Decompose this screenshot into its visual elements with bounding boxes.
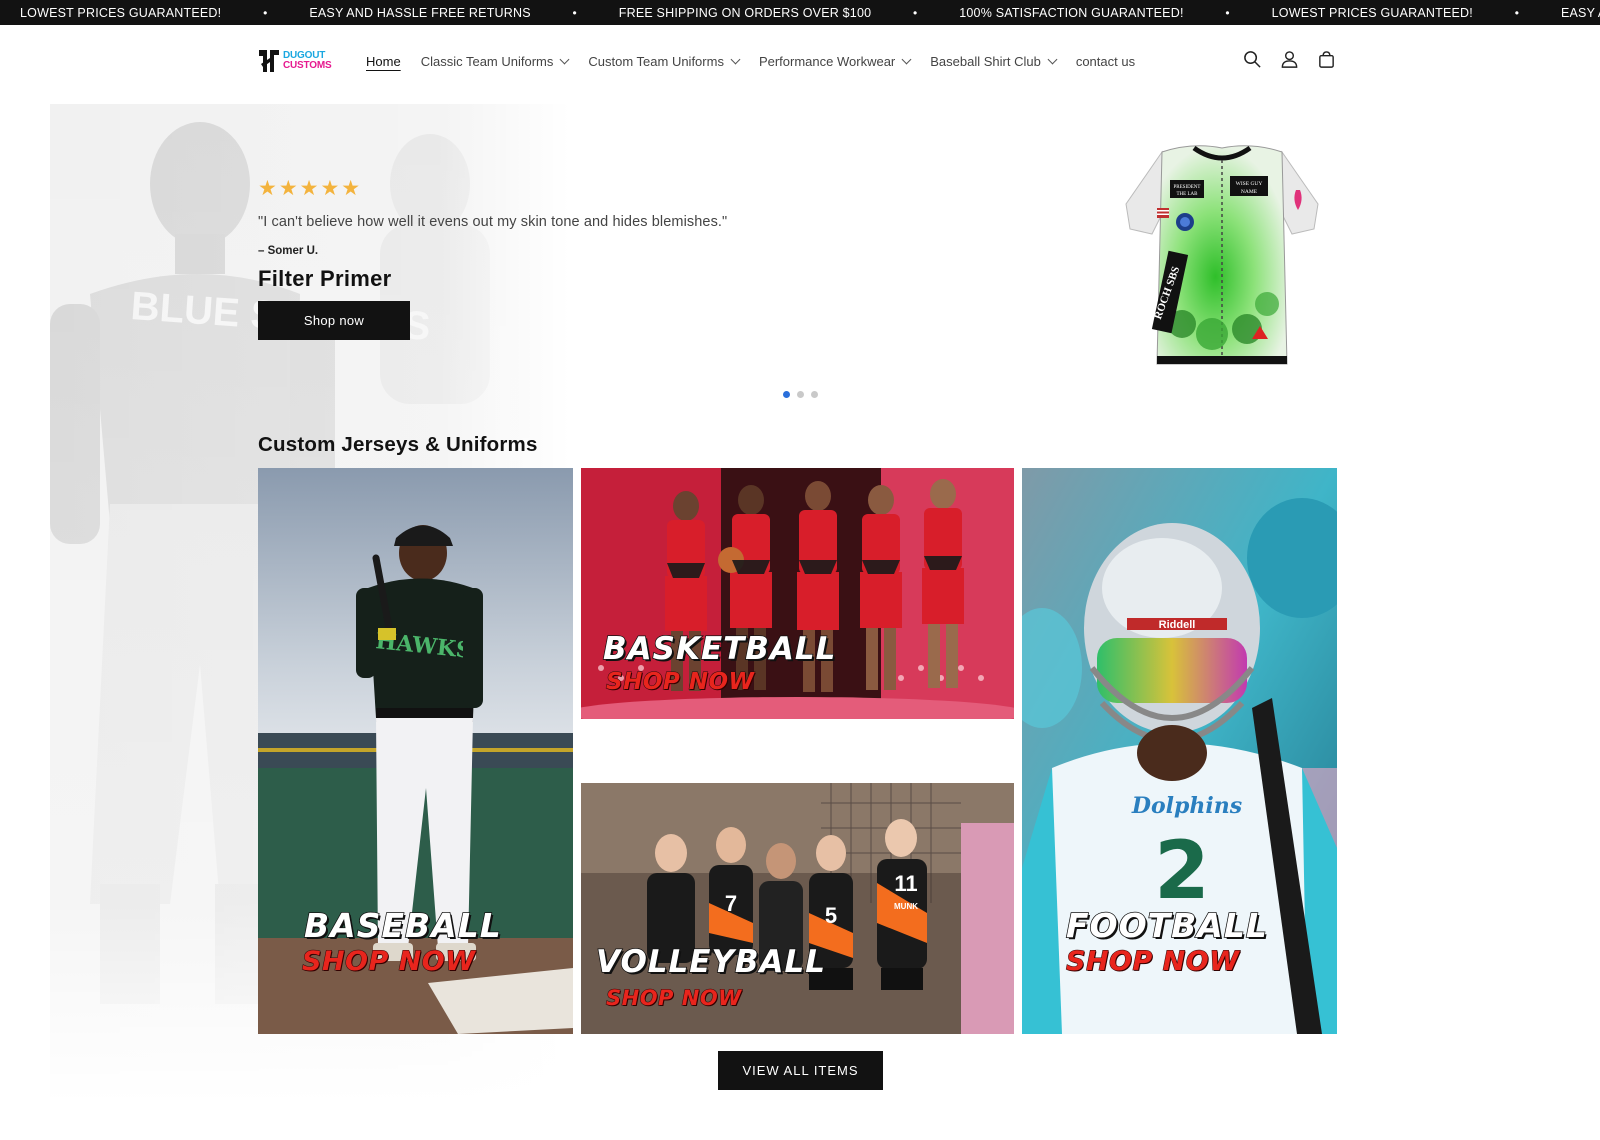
- rating-stars: ★★★★★: [258, 176, 363, 200]
- nav-item-label: Custom Team Uniforms: [588, 53, 724, 69]
- announcement-message: LOWEST PRICES GUARANTEED!: [20, 5, 222, 20]
- chevron-down-icon: [901, 54, 912, 64]
- jersey-product-image: PRESIDENT THE LAB WISE GUY NAME ROCH SBS: [1125, 145, 1319, 365]
- tile-sport-label: VOLLEYBALL: [595, 943, 827, 981]
- announcement-message: 100% SATISFACTION GUARANTEED!: [959, 5, 1184, 20]
- slide-dot-3[interactable]: [811, 391, 818, 398]
- testimonial-author: – Somer U.: [258, 245, 319, 257]
- search-icon[interactable]: [1242, 49, 1262, 69]
- svg-text:THE LAB: THE LAB: [1177, 192, 1199, 197]
- site-header: DUGOUT CUSTOMS Home Classic Team Uniform…: [0, 25, 1600, 97]
- announcement-separator: •: [1514, 5, 1520, 20]
- nav-item-classic-team-uniforms[interactable]: Classic Team Uniforms: [420, 53, 570, 69]
- tile-sport-label: BASEBALL: [303, 905, 502, 946]
- announcement-separator: •: [1225, 5, 1230, 20]
- chevron-down-icon: [559, 54, 570, 64]
- announcement-message: EASY A: [1560, 5, 1600, 20]
- tile-sport-label: FOOTBALL: [1065, 905, 1268, 946]
- tile-shop-now-label: SHOP NOW: [302, 946, 476, 978]
- nav-item-label: contact us: [1075, 53, 1136, 69]
- nav-item-performance-workwear[interactable]: Performance Workwear: [758, 53, 912, 69]
- slide-dot-1[interactable]: [783, 391, 790, 398]
- svg-text:5: 5: [825, 903, 837, 928]
- nav-item-contact-us[interactable]: contact us: [1076, 54, 1135, 69]
- svg-text:2: 2: [1154, 824, 1210, 917]
- announcement-separator: •: [913, 5, 918, 20]
- cart-icon[interactable]: [1316, 49, 1336, 69]
- svg-text:NAME: NAME: [1241, 189, 1258, 195]
- svg-text:Riddell: Riddell: [1159, 619, 1196, 631]
- announcement-track: LOWEST PRICES GUARANTEED! • EASY AND HAS…: [20, 0, 1600, 25]
- svg-text:PRESIDENT: PRESIDENT: [1174, 185, 1201, 190]
- nav-item-baseball-shirt-club[interactable]: Baseball Shirt Club: [930, 53, 1058, 69]
- section-title: Custom Jerseys & Uniforms: [258, 433, 538, 456]
- nav-item-label: Home: [366, 53, 401, 69]
- logo-mark-icon: [259, 49, 279, 72]
- view-all-items-button[interactable]: VIEW ALL ITEMS: [718, 1051, 883, 1090]
- tile-shop-now-label: SHOP NOW: [606, 986, 742, 1011]
- collection-tile-baseball[interactable]: HAWKS BASEBALL SHOP NOW: [258, 468, 573, 1034]
- svg-text:Dolphins: Dolphins: [1131, 793, 1242, 819]
- shop-now-button[interactable]: Shop now: [258, 301, 410, 340]
- svg-text:7: 7: [725, 891, 737, 916]
- nav-item-label: Performance Workwear: [758, 53, 896, 69]
- logo-line-1: DUGOUT: [283, 49, 326, 61]
- testimonial-quote: "I can't believe how well it evens out m…: [258, 214, 728, 230]
- slide-dot-2[interactable]: [797, 391, 804, 398]
- slideshow-pagination: [783, 391, 818, 398]
- hero-title: Filter Primer: [258, 266, 392, 291]
- collection-tile-basketball[interactable]: BASKETBALL SHOP NOW: [581, 468, 1014, 719]
- collection-tile-football[interactable]: Dolphins 2 Riddell FOOTBALL SHOP NOW: [1022, 468, 1337, 1034]
- announcement-message: FREE SHIPPING ON ORDERS OVER $100: [618, 5, 872, 20]
- svg-text:WISE GUY: WISE GUY: [1236, 181, 1263, 187]
- nav-item-label: Baseball Shirt Club: [930, 53, 1041, 69]
- collection-tile-volleyball[interactable]: 7 5 11 MUNK VOLLEYBALL SHOP NOW: [581, 783, 1014, 1034]
- svg-text:MUNK: MUNK: [894, 902, 918, 911]
- logo-line-2: CUSTOMS: [283, 59, 332, 71]
- account-icon[interactable]: [1279, 49, 1299, 69]
- announcement-separator: •: [572, 5, 577, 20]
- announcement-message: LOWEST PRICES GUARANTEED!: [1271, 5, 1473, 20]
- svg-text:11: 11: [894, 871, 917, 896]
- nav-item-home[interactable]: Home: [366, 54, 401, 69]
- tile-sport-label: BASKETBALL: [602, 630, 837, 668]
- chevron-down-icon: [1047, 54, 1058, 64]
- header-icons: [1242, 49, 1336, 69]
- site-logo[interactable]: DUGOUT CUSTOMS: [258, 47, 332, 74]
- chevron-down-icon: [730, 54, 741, 64]
- announcement-separator: •: [263, 5, 268, 20]
- nav-item-custom-team-uniforms[interactable]: Custom Team Uniforms: [588, 53, 741, 69]
- tile-shop-now-label: SHOP NOW: [605, 669, 755, 696]
- announcement-message: EASY AND HASSLE FREE RETURNS: [309, 5, 531, 20]
- main-nav: Home Classic Team Uniforms Custom Team U…: [366, 25, 1135, 97]
- nav-item-label: Classic Team Uniforms: [420, 53, 554, 69]
- hero-slideshow: ★★★★★ "I can't believe how well it evens…: [258, 104, 1338, 404]
- tile-shop-now-label: SHOP NOW: [1066, 946, 1240, 978]
- logo-wordmark: DUGOUT CUSTOMS: [283, 49, 332, 71]
- announcement-bar: LOWEST PRICES GUARANTEED! • EASY AND HAS…: [0, 0, 1600, 25]
